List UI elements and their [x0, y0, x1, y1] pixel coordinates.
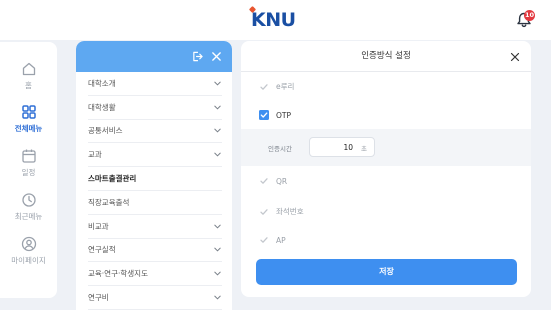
check-icon[interactable] [259, 82, 269, 92]
close-icon[interactable] [211, 51, 222, 62]
menu-item-intro[interactable]: 대학소개 [88, 72, 222, 96]
check-icon[interactable] [259, 207, 269, 217]
nav-item-home[interactable]: 홈 [0, 61, 57, 91]
check-icon[interactable] [259, 235, 269, 245]
nav-label-home: 홈 [25, 81, 32, 90]
menu-item-label: 직장교육출석 [88, 197, 130, 207]
top-bar: KNU 10 [0, 0, 551, 40]
option-label: e루리 [276, 82, 295, 91]
menu-item-campus-life[interactable]: 대학생활 [88, 96, 222, 120]
menu-list: 대학소개 대학생활 공통서비스 교과 스마트출결관리 직장교육출석 비교과 연구… [76, 72, 232, 310]
option-label: OTP [276, 110, 292, 120]
checkbox-checked-icon[interactable] [259, 110, 269, 120]
option-label: AP [276, 235, 286, 245]
settings-title: 인증방식 설정 [241, 41, 531, 72]
chevron-down-icon [214, 105, 221, 110]
menu-item-label: 공통서비스 [88, 126, 123, 136]
option-seat-number[interactable]: 좌석번호 [259, 206, 304, 217]
knu-logo[interactable]: KNU [248, 5, 296, 31]
menu-item-label: 교육·연구·학생지도 [88, 269, 148, 279]
nav-label-mypage: 마이페이지 [11, 256, 46, 265]
logo-text: KNU [251, 9, 296, 31]
menu-item-research-funds[interactable]: 연구비 [88, 286, 222, 310]
auth-time-unit: 초 [361, 145, 367, 153]
menu-item-label: 비교과 [88, 221, 109, 231]
chevron-down-icon [214, 295, 221, 300]
grid-icon [21, 105, 36, 119]
logout-icon[interactable] [192, 51, 203, 62]
option-qr[interactable]: QR [259, 176, 287, 186]
option-label: QR [276, 176, 288, 186]
option-otp[interactable]: OTP [259, 110, 291, 120]
home-icon [22, 62, 35, 76]
menu-item-work-training[interactable]: 직장교육출석 [88, 191, 222, 215]
auth-time-label: 인증시간 [268, 145, 292, 153]
menu-item-label: 대학생활 [88, 102, 116, 112]
menu-item-label: 스마트출결관리 [88, 174, 137, 184]
menu-item-label: 교과 [88, 150, 102, 160]
option-ap[interactable]: AP [259, 235, 286, 245]
full-menu-panel: 대학소개 대학생활 공통서비스 교과 스마트출결관리 직장교육출석 비교과 연구… [76, 41, 232, 310]
auth-time-value: 10 [343, 143, 353, 152]
chevron-down-icon [214, 129, 221, 134]
menu-item-label: 연구실적 [88, 245, 116, 255]
left-nav: 홈 전체메뉴 일정 최근메뉴 마이페이지 [0, 42, 57, 298]
menu-item-research[interactable]: 연구실적 [88, 239, 222, 263]
nav-item-recent[interactable]: 최근메뉴 [0, 192, 57, 222]
menu-item-education-research-guidance[interactable]: 교육·연구·학생지도 [88, 262, 222, 287]
menu-item-label: 연구비 [88, 293, 109, 303]
chevron-down-icon [214, 152, 221, 157]
check-icon[interactable] [259, 176, 269, 186]
save-button[interactable]: 저장 [256, 259, 517, 285]
menu-panel-header [76, 41, 232, 72]
nav-label-all-menu: 전체메뉴 [14, 124, 43, 133]
menu-item-extracurricular[interactable]: 비교과 [88, 215, 222, 239]
nav-label-recent: 최근메뉴 [14, 212, 43, 221]
close-icon[interactable] [510, 52, 520, 62]
option-eluri[interactable]: e루리 [259, 81, 294, 92]
auth-time-input[interactable]: 10 초 [309, 137, 375, 157]
nav-label-schedule: 일정 [21, 168, 36, 177]
nav-item-schedule[interactable]: 일정 [0, 148, 57, 178]
menu-item-label: 대학소개 [88, 78, 116, 88]
menu-item-curriculum[interactable]: 교과 [88, 143, 222, 168]
chevron-down-icon [214, 81, 221, 86]
menu-item-smart-attendance[interactable]: 스마트출결관리 [88, 167, 222, 191]
calendar-icon [21, 149, 36, 163]
chevron-down-icon [214, 224, 221, 229]
auth-settings-panel: 인증방식 설정 e루리 OTP 인증시간 10 초 QR 좌석번호 AP 저장 [241, 41, 531, 297]
notification-badge: 10 [524, 10, 535, 21]
chevron-down-icon [214, 271, 221, 276]
nav-item-all-menu[interactable]: 전체메뉴 [0, 104, 57, 134]
nav-item-mypage[interactable]: 마이페이지 [0, 236, 57, 266]
option-label: 좌석번호 [276, 207, 304, 216]
auth-time-row: 인증시간 10 초 [241, 129, 531, 166]
chevron-down-icon [214, 248, 221, 253]
menu-item-common-services[interactable]: 공통서비스 [88, 120, 222, 144]
user-icon [21, 236, 36, 252]
clock-icon [21, 193, 36, 207]
